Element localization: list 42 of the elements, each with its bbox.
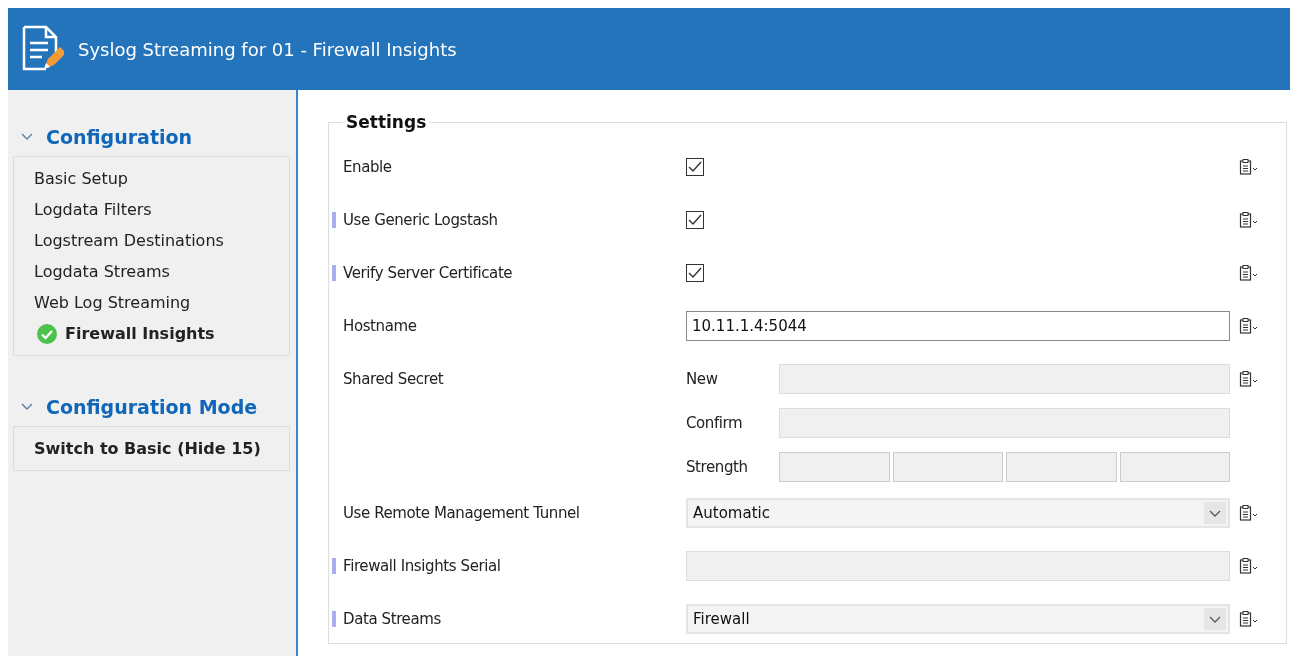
clipboard-menu-icon[interactable] — [1239, 504, 1258, 522]
clipboard-menu-icon[interactable] — [1239, 557, 1258, 575]
sidebar-item[interactable]: Basic Setup — [34, 163, 289, 194]
setting-label: Firewall Insights Serial — [343, 557, 501, 575]
input-field[interactable]: 10.11.1.4:5044 — [686, 311, 1230, 341]
field-label: Confirm — [686, 414, 744, 432]
window-title: Syslog Streaming for 01 - Firewall Insights — [78, 38, 457, 60]
group-title: Settings — [345, 112, 428, 132]
sidebar-item[interactable]: Web Log Streaming — [34, 287, 289, 318]
sidebar-item[interactable]: Firewall Insights — [37, 318, 289, 349]
setting-label: Enable — [343, 158, 392, 176]
checkbox[interactable] — [686, 158, 704, 176]
clipboard-menu-icon[interactable] — [1239, 610, 1258, 628]
clipboard-menu-icon[interactable] — [1239, 264, 1258, 282]
section-header[interactable]: Configuration — [8, 122, 296, 152]
password-field[interactable] — [779, 408, 1230, 438]
clipboard-menu-icon[interactable] — [1239, 211, 1258, 229]
checkbox[interactable] — [686, 264, 704, 282]
sidebar-item[interactable]: Logdata Filters — [34, 194, 289, 225]
caret-icon — [1204, 502, 1226, 524]
dropdown[interactable]: Firewall — [686, 604, 1230, 634]
dropdown[interactable]: Automatic — [686, 498, 1230, 528]
setting-label: Data Streams — [343, 610, 441, 628]
field-label: New — [686, 370, 719, 388]
setting-label: Hostname — [343, 317, 417, 335]
document-edit-icon — [20, 25, 64, 73]
sidebar-item[interactable]: Logstream Destinations — [34, 225, 289, 256]
section-header[interactable]: Configuration Mode — [8, 392, 296, 422]
clipboard-menu-icon[interactable] — [1239, 158, 1258, 176]
setting-label: Shared Secret — [343, 370, 444, 388]
caret-icon — [1204, 608, 1226, 630]
setting-label: Verify Server Certificate — [343, 264, 513, 282]
clipboard-menu-icon[interactable] — [1239, 370, 1258, 388]
sidebar-item[interactable]: Switch to Basic (Hide 15) — [34, 433, 289, 464]
password-field[interactable] — [779, 364, 1230, 394]
field-label: Strength — [686, 458, 749, 476]
clipboard-menu-icon[interactable] — [1239, 317, 1258, 335]
checkbox[interactable] — [686, 211, 704, 229]
check-circle-icon — [37, 323, 57, 344]
setting-label: Use Generic Logstash — [343, 211, 498, 229]
setting-label: Use Remote Management Tunnel — [343, 504, 580, 522]
sidebar-item[interactable]: Logdata Streams — [34, 256, 289, 287]
